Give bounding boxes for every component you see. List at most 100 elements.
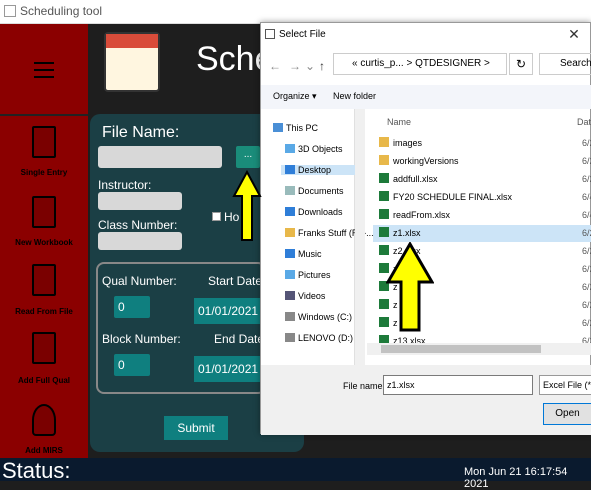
- list-item[interactable]: readFrom.xlsx6/4/: [373, 207, 591, 224]
- file-name-input[interactable]: z1.xlsx: [383, 375, 533, 395]
- scrollbar-thumb[interactable]: [381, 345, 541, 353]
- list-item[interactable]: FY20 SCHEDULE FINAL.xlsx6/4/: [373, 189, 591, 206]
- close-icon[interactable]: ✕: [557, 23, 591, 45]
- drive-icon: [285, 312, 295, 321]
- nav-item[interactable]: Windows (C:): [285, 312, 352, 322]
- dialog-footer: File name: z1.xlsx Excel File (*.xlsx) O…: [261, 365, 591, 435]
- drive-icon: [285, 333, 295, 342]
- breadcrumb-separator: >: [406, 58, 413, 69]
- breadcrumb-item[interactable]: QTDESIGNER: [415, 58, 481, 69]
- nav-item-selected[interactable]: Desktop: [281, 165, 355, 175]
- dialog-icon: [265, 29, 275, 39]
- dialog-toolbar: Organize ▾ New folder: [261, 85, 591, 109]
- sidebar-item-add-full-qual[interactable]: Add Full Qual: [0, 376, 88, 385]
- read-file-icon: [32, 264, 56, 296]
- sidebar-item-add-mirs[interactable]: Add MIRS: [0, 446, 88, 455]
- block-number-value: 0: [118, 358, 125, 372]
- file-type-select[interactable]: Excel File (*.xlsx): [539, 375, 591, 395]
- block-number-label: Block Number:: [102, 332, 181, 346]
- list-item-selected[interactable]: z1.xlsx6/21: [373, 225, 591, 242]
- nav-item[interactable]: Pictures: [285, 270, 331, 280]
- end-date-field[interactable]: 01/01/2021: [194, 356, 260, 382]
- class-number-field[interactable]: [98, 232, 182, 250]
- nav-item[interactable]: Downloads: [285, 207, 343, 217]
- qual-number-value: 0: [118, 300, 125, 314]
- folder-icon: [285, 228, 295, 237]
- folder-icon: [379, 155, 389, 165]
- desktop-icon: [285, 165, 295, 174]
- file-name-label: File Name:: [102, 124, 180, 141]
- status-label: Status:: [2, 458, 71, 483]
- excel-file-icon: [379, 227, 389, 237]
- organize-button[interactable]: Organize ▾: [273, 91, 317, 102]
- clock: Mon Jun 21 16:17:54 2021: [464, 466, 568, 490]
- submit-button[interactable]: Submit: [164, 416, 228, 440]
- column-header-date[interactable]: Date: [577, 117, 591, 127]
- column-header-name[interactable]: Name: [387, 117, 411, 127]
- browse-button[interactable]: ...: [236, 146, 260, 168]
- back-icon[interactable]: ←: [269, 59, 281, 73]
- breadcrumb-item[interactable]: curtis_p...: [360, 58, 403, 69]
- excel-file-icon: [379, 191, 389, 201]
- arrow-up-annotation: [386, 242, 434, 332]
- start-date-label: Start Date:: [208, 274, 266, 288]
- single-entry-icon: [32, 126, 56, 158]
- pictures-icon: [285, 270, 295, 279]
- nav-item[interactable]: Videos: [285, 291, 325, 301]
- new-folder-button[interactable]: New folder: [333, 91, 376, 101]
- app-window-icon: [4, 5, 16, 17]
- dialog-title: Select File: [279, 29, 326, 40]
- start-date-field[interactable]: 01/01/2021: [194, 298, 260, 324]
- calendar-icon: [104, 32, 160, 92]
- list-item[interactable]: workingVersions6/21: [373, 153, 591, 170]
- ho-checkbox[interactable]: [212, 212, 221, 221]
- open-button[interactable]: Open: [543, 403, 591, 425]
- nav-scrollbar[interactable]: [355, 109, 365, 365]
- sidebar-divider: [0, 114, 88, 116]
- forward-icon[interactable]: →: [289, 59, 301, 73]
- chevron-down-icon[interactable]: ⌄: [305, 59, 315, 73]
- list-item[interactable]: addfull.xlsx6/21: [373, 171, 591, 188]
- list-item[interactable]: images6/21: [373, 135, 591, 152]
- qual-number-spinbox[interactable]: 0: [114, 296, 150, 318]
- nav-item[interactable]: 3D Objects: [285, 144, 343, 154]
- sidebar-item-read-from-file[interactable]: Read From File: [0, 307, 88, 316]
- file-name-label: File name:: [343, 381, 386, 391]
- folder-icon: [379, 137, 389, 147]
- downloads-icon: [285, 207, 295, 216]
- sidebar-item-new-workbook[interactable]: New Workbook: [0, 238, 88, 247]
- app-title: Scheduling tool: [20, 4, 103, 18]
- excel-file-icon: [379, 173, 389, 183]
- nav-item[interactable]: This PC: [273, 123, 318, 133]
- refresh-icon[interactable]: ↻: [509, 53, 533, 75]
- breadcrumb[interactable]: « curtis_p... > QTDESIGNER >: [333, 53, 507, 75]
- search-input[interactable]: Search: [539, 53, 591, 75]
- nav-item[interactable]: LENOVO (D:): [285, 333, 353, 343]
- breadcrumb-overflow: «: [352, 58, 358, 69]
- instructor-field[interactable]: [98, 192, 182, 210]
- add-full-qual-icon: [32, 332, 56, 364]
- hamburger-menu-icon[interactable]: [34, 62, 54, 83]
- qual-number-label: Qual Number:: [102, 274, 177, 288]
- navigation-pane: This PC 3D Objects Desktop Documents Dow…: [261, 109, 374, 365]
- breadcrumb-separator: >: [484, 58, 490, 69]
- videos-icon: [285, 291, 295, 300]
- new-workbook-icon: [32, 196, 56, 228]
- 3d-objects-icon: [285, 144, 295, 153]
- instructor-label: Instructor:: [98, 178, 152, 192]
- block-number-spinbox[interactable]: 0: [114, 354, 150, 376]
- documents-icon: [285, 186, 295, 195]
- music-icon: [285, 249, 295, 258]
- select-file-dialog: Select File ✕ ← → ⌄ ↑ « curtis_p... > QT…: [260, 22, 591, 435]
- class-number-label: Class Number:: [98, 218, 178, 232]
- pc-icon: [273, 123, 283, 132]
- nav-item[interactable]: Documents: [285, 186, 344, 196]
- file-name-field[interactable]: [98, 146, 222, 168]
- people-icon: [32, 404, 56, 436]
- horizontal-scrollbar[interactable]: [367, 343, 591, 355]
- arrow-up-annotation: [232, 170, 262, 241]
- up-icon[interactable]: ↑: [319, 59, 325, 73]
- nav-item[interactable]: Music: [285, 249, 322, 259]
- address-row: ← → ⌄ ↑ « curtis_p... > QTDESIGNER > ↻ S…: [261, 51, 591, 81]
- sidebar-item-single-entry[interactable]: Single Entry: [0, 168, 88, 177]
